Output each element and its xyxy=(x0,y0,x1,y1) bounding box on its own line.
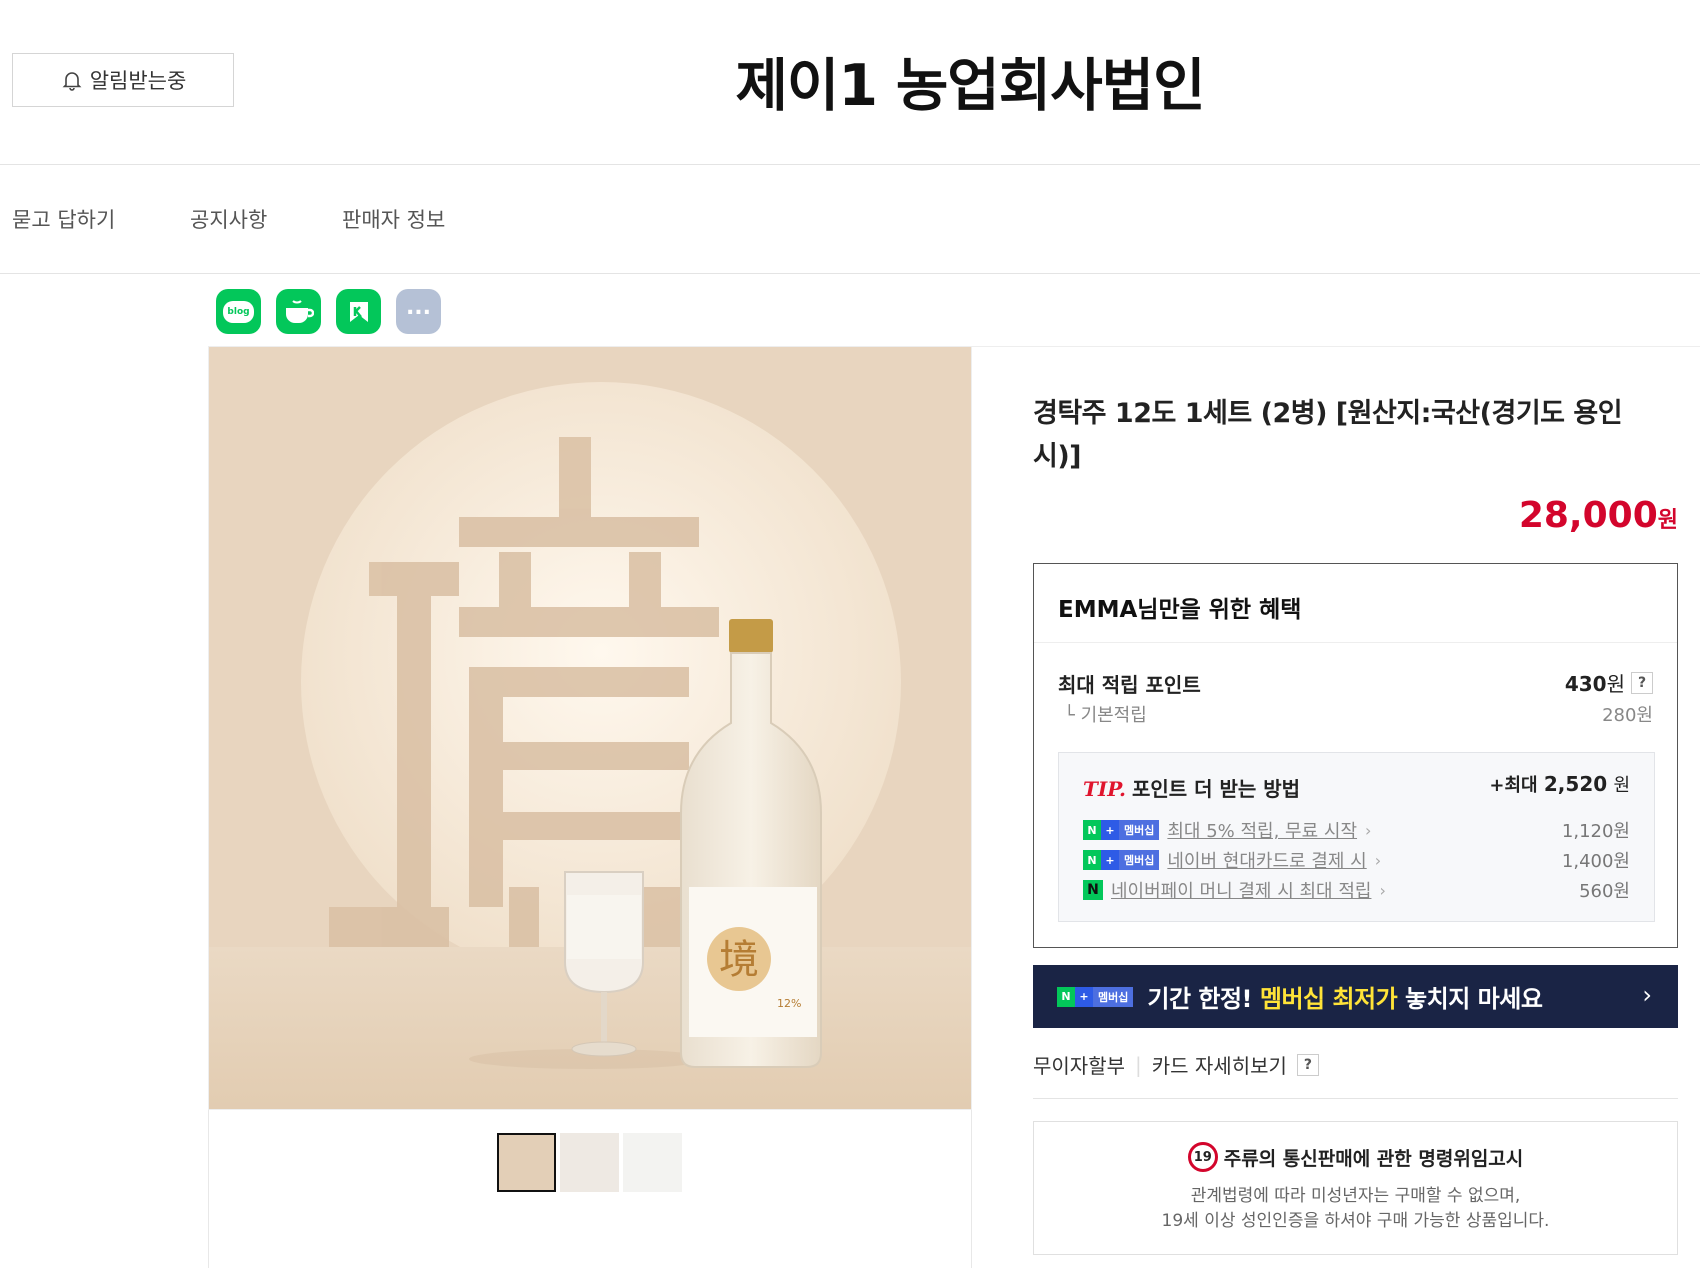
store-header: 알림받는중 제이1 농업회사법인 xyxy=(0,0,1700,165)
naverpay-icon: N xyxy=(1083,880,1103,900)
installment-label[interactable]: 무이자할부 xyxy=(1033,1050,1125,1079)
adult-notice-text: 관계법령에 따라 미성년자는 구매할 수 없으며, 19세 이상 성인인증을 하… xyxy=(1161,1186,1550,1231)
benefit-heading: EMMA님만을 위한 혜택 xyxy=(1034,564,1677,643)
benefit-box: EMMA님만을 위한 혜택 최대 적립 포인트 430원 ? └ 기본적립 28… xyxy=(1033,563,1678,948)
naver-plus-badge: N + 멤버십 xyxy=(1057,986,1134,1007)
tip-max-points: +최대 2,520 원 xyxy=(1489,772,1630,796)
svg-text:12%: 12% xyxy=(777,997,801,1010)
product-main-image[interactable]: 境 12% xyxy=(208,346,972,1110)
thumbnail-3[interactable] xyxy=(623,1133,682,1192)
naver-plus-badge: N + 멤버십 xyxy=(1083,820,1160,840)
tip-row-value: 560원 xyxy=(1579,881,1630,902)
adult-notice-title: 19 주류의 통신판매에 관한 명령위임고시 xyxy=(1034,1142,1677,1172)
svg-text:境: 境 xyxy=(719,937,759,983)
share-bar: blog ... xyxy=(216,289,441,334)
tip-box: TIP. 포인트 더 받는 방법 +최대 2,520 원 N + 멤버십 최대 5% … xyxy=(1058,752,1655,922)
tab-notice[interactable]: 공지사항 xyxy=(190,204,267,234)
adult-notice: 19 주류의 통신판매에 관한 명령위임고시 관계법령에 따라 미성년자는 구매… xyxy=(1033,1121,1678,1255)
tip-title: TIP. 포인트 더 받는 방법 xyxy=(1083,777,1301,801)
tip-row-hyundai-card[interactable]: N + 멤버십 네이버 현대카드로 결제 시 › xyxy=(1083,847,1381,873)
max-points-label: 최대 적립 포인트 xyxy=(1058,673,1201,697)
tip-row-naverpay[interactable]: N 네이버페이 머니 결제 시 최대 적립 › xyxy=(1083,877,1386,903)
cafe-icon[interactable] xyxy=(276,289,321,334)
base-points-value: 280원 xyxy=(1602,705,1653,726)
tip-row-value: 1,400원 xyxy=(1561,851,1630,872)
more-icon[interactable]: ... xyxy=(396,289,441,334)
tab-seller-info[interactable]: 판매자 정보 xyxy=(342,204,445,234)
thumbnail-2[interactable] xyxy=(560,1133,619,1192)
thumbnail-list xyxy=(497,1133,682,1192)
age-19-icon: 19 xyxy=(1187,1142,1218,1172)
store-name[interactable]: 제이1 농업회사법인 xyxy=(600,40,1340,122)
tab-qna[interactable]: 묻고 답하기 xyxy=(12,204,115,234)
tip-row-value: 1,120원 xyxy=(1561,821,1630,842)
notify-button[interactable]: 알림받는중 xyxy=(12,53,234,107)
help-icon[interactable]: ? xyxy=(1296,1053,1319,1076)
chevron-right-icon: › xyxy=(1642,981,1652,1009)
product-title: 경탁주 12도 1세트 (2병) [원산지:국산(경기도 용인시)] xyxy=(1033,398,1623,472)
membership-banner[interactable]: N + 멤버십 기간 한정! 멤버십 최저가 놓치지 마세요 › xyxy=(1033,965,1678,1028)
help-icon[interactable]: ? xyxy=(1631,671,1653,694)
notify-label: 알림받는중 xyxy=(89,69,187,93)
banner-text: 기간 한정! 멤버십 최저가 놓치지 마세요 xyxy=(1147,985,1543,1013)
blog-icon[interactable]: blog xyxy=(216,289,261,334)
bell-icon xyxy=(62,72,82,91)
divider xyxy=(1033,1098,1678,1099)
base-points-label: └ 기본적립 xyxy=(1064,705,1147,726)
tip-row-membership[interactable]: N + 멤버십 최대 5% 적립, 무료 시작 › xyxy=(1083,817,1371,843)
product-price: 28,000원 xyxy=(1518,495,1678,536)
installment-info: 무이자할부 | 카드 자세히보기 ? xyxy=(1033,1050,1319,1079)
store-tabs: 묻고 답하기 공지사항 판매자 정보 xyxy=(0,166,1700,274)
divider xyxy=(971,346,1700,347)
thumbnail-1[interactable] xyxy=(497,1133,556,1192)
keep-icon[interactable] xyxy=(336,289,381,334)
max-points-value: 430원 ? xyxy=(1565,668,1653,697)
naver-plus-badge: N + 멤버십 xyxy=(1083,850,1160,870)
card-detail-link[interactable]: 카드 자세히보기 xyxy=(1152,1050,1287,1079)
